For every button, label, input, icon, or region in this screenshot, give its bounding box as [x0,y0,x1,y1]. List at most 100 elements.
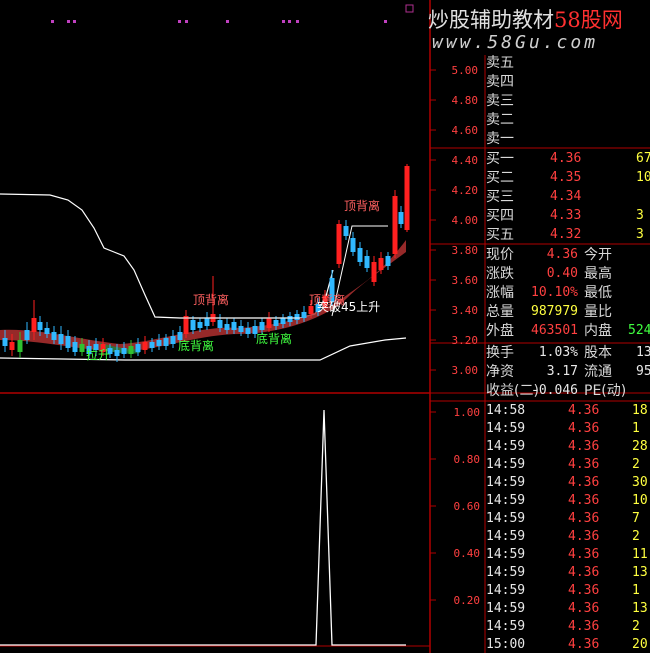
bid-volume: 67 [636,151,650,166]
quote-row: 总量 987979 量比 [486,303,650,321]
candle-body [217,320,223,328]
ask-row: 卖五 [486,54,650,72]
bid-price: 4.36 [550,151,582,166]
price-tick-label: 3.80 [452,244,479,257]
candle-body [65,336,71,348]
tick-price: 4.36 [568,529,600,544]
fundamental-label: 换手 [486,345,514,361]
candle-body [204,318,210,326]
candle-body [357,248,363,262]
quote-row: 涨幅 10.10% 最低 [486,284,650,302]
ask-row: 卖二 [486,111,650,129]
candle-body [266,318,272,328]
tick-volume: 13 [632,565,648,580]
tick-price: 4.36 [568,457,600,472]
candle-body [128,346,134,354]
tick-volume: 10 [632,493,648,508]
fundamental-row: 收益(二) -0.046 PE(动) [486,382,650,400]
tick-time: 14:59 [486,601,526,616]
tick-price: 4.36 [568,547,600,562]
tick-time: 14:59 [486,475,526,490]
candle-body [156,340,162,346]
price-axis: 5.00 4.80 4.60 4.40 4.20 4.00 3.80 3.60 3.40 3.20… [430,64,478,377]
candle-body [163,338,169,346]
watermark-brand: 炒股辅助教材58股网 [428,4,623,34]
tick-volume: 13 [632,601,648,616]
tick-volume: 2 [632,529,640,544]
tick-time: 14:59 [486,619,526,634]
tick-volume: 18 [632,403,648,418]
candle-body [371,262,377,282]
annotation-top-divergence-1: 顶背离 [344,198,380,213]
tick-price: 4.36 [568,619,600,634]
price-tick-label: 4.40 [452,154,479,167]
tick-price: 4.36 [568,637,600,652]
bid-label: 买三 [486,189,514,205]
price-tick-label: 4.80 [452,94,479,107]
tick-time: 14:59 [486,511,526,526]
tick-volume: 11 [632,547,648,562]
ask-row: 卖三 [486,92,650,110]
candle-body [190,320,196,330]
ask-label: 卖一 [486,131,514,147]
candle-body [224,324,230,330]
bid-row: 买一 4.36 67 [486,150,650,168]
candle-body [392,196,398,254]
tick-time: 14:59 [486,493,526,508]
price-tick-label: 5.00 [452,64,479,77]
candle-body [37,322,43,330]
candle-body [44,328,50,334]
ask-row: 卖四 [486,73,650,91]
candle-body [114,350,120,356]
price-tick-label: 3.00 [452,364,479,377]
tick-price: 4.36 [568,511,600,526]
candle-body [72,342,78,352]
tick-price: 4.36 [568,601,600,616]
quote-label: 现价 [486,247,514,263]
tick-time: 14:59 [486,565,526,580]
candle-body [51,332,57,340]
quote-row: 外盘 463501 内盘 524 [486,322,650,340]
fundamental-row: 换手 1.03% 股本 13 [486,344,650,362]
tick-volume: 2 [632,457,640,472]
candle-body [231,322,237,330]
tick-volume: 1 [632,421,640,436]
ask-label: 卖四 [486,74,514,90]
candle-body [280,318,286,324]
tick-time: 14:59 [486,421,526,436]
bid-price: 4.33 [550,208,582,223]
fundamental-value-2: 13 [636,345,650,360]
bid-row: 买五 4.32 3 [486,226,650,244]
fundamental-value: -0.046 [531,383,578,398]
tick-volume: 30 [632,475,648,490]
candle-body [17,340,23,352]
price-tick-label: 4.00 [452,214,479,227]
ask-label: 卖二 [486,112,514,128]
indicator-tick-label: 0.20 [454,594,481,607]
candle-body [58,334,64,344]
candle-body [301,312,307,318]
tick-time: 14:58 [486,403,526,418]
candle-body [385,256,391,266]
fundamental-label: 净资 [486,364,514,380]
annotation-pull-up: 拉升 [86,347,110,362]
indicator-tick-label: 0.40 [454,547,481,560]
candle-body [378,258,384,270]
quote-row: 现价 4.36 今开 [486,246,650,264]
bid-volume: 10 [636,170,650,185]
tick-price: 4.36 [568,439,600,454]
candle-body [121,348,127,354]
price-tick-label: 3.60 [452,274,479,287]
corner-marker-icon [405,4,414,13]
quote-label-2: 内盘 [584,323,612,339]
quote-label: 总量 [486,304,514,320]
candle-body [238,326,244,332]
fundamental-label-2: 股本 [584,345,612,361]
fundamental-row: 净资 3.17 流通 95 [486,363,650,381]
annotation-bottom-divergence-1: 底背离 [178,338,214,353]
candle-body [245,328,251,334]
quote-value: 4.36 [546,247,578,262]
quote-label-2: 最高 [584,266,612,282]
bid-label: 买四 [486,208,514,224]
tick-volume: 1 [632,583,640,598]
